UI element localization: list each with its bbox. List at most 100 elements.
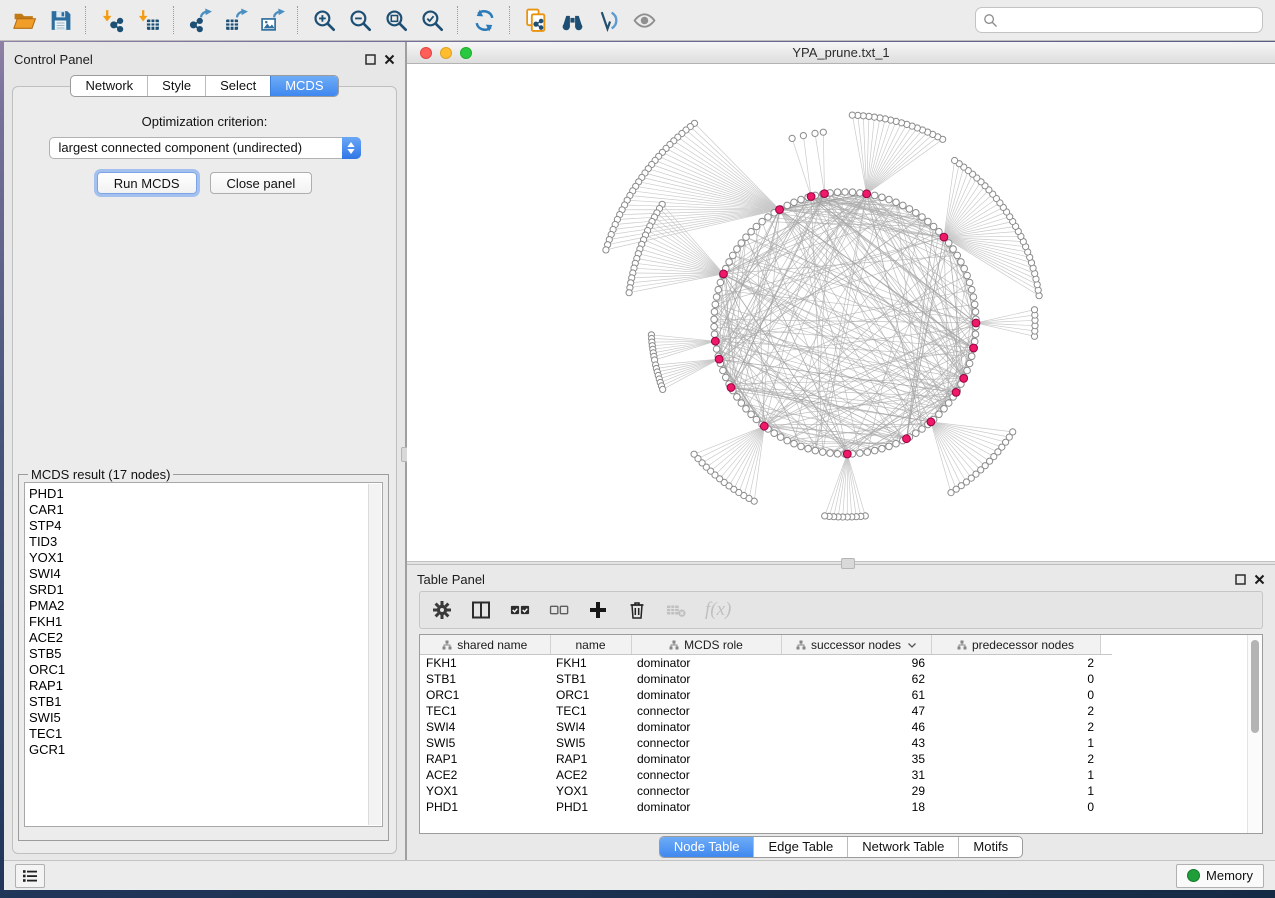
add-column-icon[interactable] xyxy=(588,600,608,620)
mcds-result-list[interactable]: PHD1CAR1STP4TID3YOX1SWI4SRD1PMA2FKH1ACE2… xyxy=(24,482,383,827)
table-row[interactable]: SWI5SWI5connector431 xyxy=(420,735,1112,751)
mcds-result-item[interactable]: STB1 xyxy=(29,694,382,710)
cell-name[interactable]: FKH1 xyxy=(550,655,631,672)
cell-shared-name[interactable]: TEC1 xyxy=(420,703,550,719)
cell-successor-nodes[interactable]: 43 xyxy=(781,735,931,751)
cell-MCDS-role[interactable]: connector xyxy=(631,767,781,783)
table-row[interactable]: ORC1ORC1dominator610 xyxy=(420,687,1112,703)
delete-column-icon[interactable] xyxy=(627,600,647,620)
cell-MCDS-role[interactable]: connector xyxy=(631,703,781,719)
minimize-window-icon[interactable] xyxy=(440,47,452,59)
float-panel-icon[interactable] xyxy=(1235,574,1246,585)
mcds-result-item[interactable]: PMA2 xyxy=(29,598,382,614)
table-row[interactable]: ACE2ACE2connector311 xyxy=(420,767,1112,783)
cell-name[interactable]: SWI5 xyxy=(550,735,631,751)
cell-predecessor-nodes[interactable]: 1 xyxy=(931,735,1100,751)
cell-name[interactable]: STB1 xyxy=(550,671,631,687)
column-header-shared-name[interactable]: shared name xyxy=(420,635,550,655)
network-from-selection-icon[interactable] xyxy=(518,4,554,36)
cell-predecessor-nodes[interactable]: 0 xyxy=(931,799,1100,815)
cell-successor-nodes[interactable]: 96 xyxy=(781,655,931,672)
cell-MCDS-role[interactable]: dominator xyxy=(631,719,781,735)
cell-predecessor-nodes[interactable]: 1 xyxy=(931,767,1100,783)
zoom-selected-icon[interactable] xyxy=(414,4,450,36)
cell-shared-name[interactable]: ORC1 xyxy=(420,687,550,703)
close-panel-button[interactable]: Close panel xyxy=(210,172,313,194)
table-row[interactable]: RAP1RAP1dominator352 xyxy=(420,751,1112,767)
cell-MCDS-role[interactable]: connector xyxy=(631,735,781,751)
network-canvas[interactable] xyxy=(407,64,1275,561)
cell-predecessor-nodes[interactable]: 2 xyxy=(931,703,1100,719)
tab-style[interactable]: Style xyxy=(147,76,205,96)
cell-successor-nodes[interactable]: 31 xyxy=(781,767,931,783)
export-image-icon[interactable] xyxy=(254,4,290,36)
zoom-fit-icon[interactable] xyxy=(378,4,414,36)
cell-successor-nodes[interactable]: 18 xyxy=(781,799,931,815)
cell-predecessor-nodes[interactable]: 2 xyxy=(931,719,1100,735)
close-panel-icon[interactable] xyxy=(384,54,395,65)
cell-MCDS-role[interactable]: dominator xyxy=(631,751,781,767)
cell-shared-name[interactable]: RAP1 xyxy=(420,751,550,767)
cell-successor-nodes[interactable]: 46 xyxy=(781,719,931,735)
cell-predecessor-nodes[interactable]: 1 xyxy=(931,783,1100,799)
cell-predecessor-nodes[interactable]: 0 xyxy=(931,687,1100,703)
tab-mcds[interactable]: MCDS xyxy=(270,76,337,96)
cell-successor-nodes[interactable]: 61 xyxy=(781,687,931,703)
cell-MCDS-role[interactable]: dominator xyxy=(631,799,781,815)
run-mcds-button[interactable]: Run MCDS xyxy=(97,172,197,194)
cell-shared-name[interactable]: ACE2 xyxy=(420,767,550,783)
mcds-result-item[interactable]: STB5 xyxy=(29,646,382,662)
tab-network[interactable]: Network xyxy=(71,76,147,96)
cell-name[interactable]: RAP1 xyxy=(550,751,631,767)
import-table-icon[interactable] xyxy=(130,4,166,36)
cell-successor-nodes[interactable]: 35 xyxy=(781,751,931,767)
find-binoculars-icon[interactable] xyxy=(554,4,590,36)
table-row[interactable]: FKH1FKH1dominator962 xyxy=(420,655,1112,672)
cell-successor-nodes[interactable]: 47 xyxy=(781,703,931,719)
show-columns-icon[interactable] xyxy=(471,600,491,620)
column-header-predecessor-nodes[interactable]: predecessor nodes xyxy=(931,635,1100,655)
table-row[interactable]: YOX1YOX1connector291 xyxy=(420,783,1112,799)
cell-MCDS-role[interactable]: dominator xyxy=(631,655,781,672)
tab-select[interactable]: Select xyxy=(205,76,270,96)
import-network-icon[interactable] xyxy=(94,4,130,36)
cell-name[interactable]: SWI4 xyxy=(550,719,631,735)
column-header-successor-nodes[interactable]: successor nodes xyxy=(781,635,931,655)
tab-network-table[interactable]: Network Table xyxy=(847,837,958,857)
cell-successor-nodes[interactable]: 62 xyxy=(781,671,931,687)
cell-shared-name[interactable]: SWI4 xyxy=(420,719,550,735)
cell-name[interactable]: ACE2 xyxy=(550,767,631,783)
mcds-result-item[interactable]: RAP1 xyxy=(29,678,382,694)
mcds-result-item[interactable]: ACE2 xyxy=(29,630,382,646)
tab-edge-table[interactable]: Edge Table xyxy=(753,837,847,857)
cell-MCDS-role[interactable]: connector xyxy=(631,783,781,799)
mcds-result-item[interactable]: GCR1 xyxy=(29,742,382,758)
cell-MCDS-role[interactable]: dominator xyxy=(631,671,781,687)
table-row[interactable]: STB1STB1dominator620 xyxy=(420,671,1112,687)
column-header-name[interactable]: name xyxy=(550,635,631,655)
table-row[interactable]: PHD1PHD1dominator180 xyxy=(420,799,1112,815)
mcds-result-item[interactable]: ORC1 xyxy=(29,662,382,678)
table-row[interactable]: TEC1TEC1connector472 xyxy=(420,703,1112,719)
mcds-result-item[interactable]: SRD1 xyxy=(29,582,382,598)
tab-motifs[interactable]: Motifs xyxy=(958,837,1022,857)
mcds-result-item[interactable]: CAR1 xyxy=(29,502,382,518)
status-menu-button[interactable] xyxy=(15,864,45,888)
splitter-grip[interactable] xyxy=(841,558,855,569)
float-panel-icon[interactable] xyxy=(365,54,376,65)
save-icon[interactable] xyxy=(42,4,78,36)
list-scrollbar[interactable] xyxy=(368,484,381,825)
table-scrollbar[interactable] xyxy=(1247,635,1262,833)
horizontal-splitter[interactable] xyxy=(407,561,1275,565)
hide-visual-properties-icon[interactable] xyxy=(590,4,626,36)
cell-name[interactable]: PHD1 xyxy=(550,799,631,815)
cell-predecessor-nodes[interactable]: 2 xyxy=(931,655,1100,672)
network-graph[interactable] xyxy=(407,64,1275,561)
cell-successor-nodes[interactable]: 29 xyxy=(781,783,931,799)
mcds-result-item[interactable]: TID3 xyxy=(29,534,382,550)
mcds-result-item[interactable]: TEC1 xyxy=(29,726,382,742)
mcds-result-item[interactable]: SWI5 xyxy=(29,710,382,726)
select-all-icon[interactable] xyxy=(510,600,530,620)
mcds-result-item[interactable]: YOX1 xyxy=(29,550,382,566)
close-panel-icon[interactable] xyxy=(1254,574,1265,585)
